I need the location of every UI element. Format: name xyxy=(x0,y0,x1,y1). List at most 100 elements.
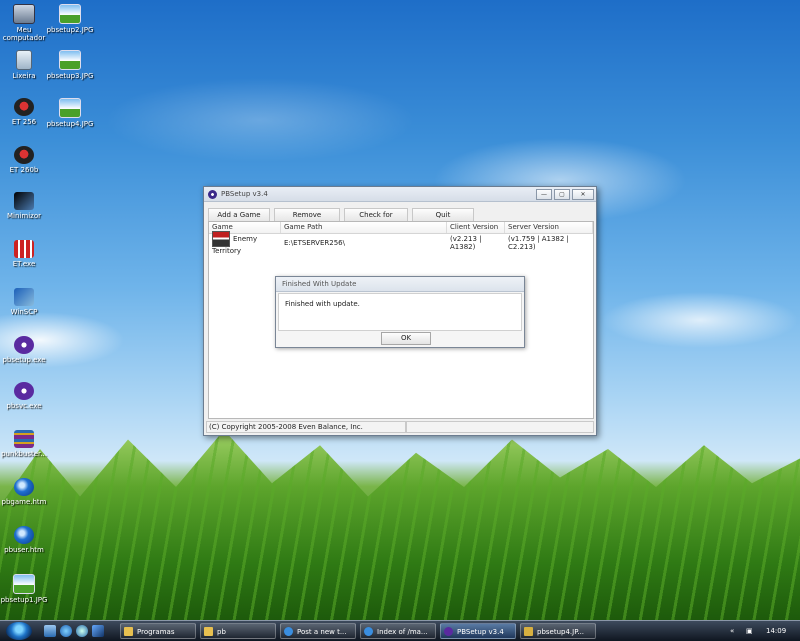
browser-icon xyxy=(364,627,373,636)
desktop-icon-recycle-bin[interactable]: Lixeira xyxy=(0,50,48,80)
image-file-icon xyxy=(59,50,81,70)
desktop-icon-my-computer[interactable]: Meu computador xyxy=(0,4,48,42)
desktop-icon-label: ET.exe xyxy=(12,260,36,268)
image-file-icon xyxy=(59,98,81,118)
quit-button[interactable]: Quit xyxy=(412,208,474,222)
ok-button[interactable]: OK xyxy=(381,332,431,345)
cell-client-version: (v2.213 | A1382) xyxy=(450,235,482,251)
computer-icon xyxy=(13,4,35,24)
image-file-icon xyxy=(59,4,81,24)
taskbar-item-pbsetup[interactable]: PBSetup v3.4 xyxy=(440,623,516,639)
desktop-icon-pbsvc-exe[interactable]: pbsvc.exe xyxy=(0,382,48,410)
desktop-icon-label: Meu computador xyxy=(2,26,46,42)
window-title: PBSetup v3.4 xyxy=(221,190,268,198)
desktop-icon-pbsetup2[interactable]: pbsetup2.JPG xyxy=(46,4,94,34)
maximize-button[interactable]: ▢ xyxy=(554,188,570,200)
check-updates-button[interactable]: Check for Updates xyxy=(344,208,408,231)
start-button[interactable] xyxy=(6,622,32,640)
desktop-icon-label: pbuser.htm xyxy=(4,546,44,554)
task-label: pbsetup4.JP... xyxy=(537,628,585,636)
minimize-button[interactable]: — xyxy=(536,188,552,200)
desktop-icon-label: pbsetup.exe xyxy=(2,356,46,364)
desktop-icon-label: pbsetup3.JPG xyxy=(46,72,94,80)
winscp-icon xyxy=(14,288,34,306)
desktop-icon-pbsetup4[interactable]: pbsetup4.JPG xyxy=(46,98,94,128)
desktop-icon-label: pbsetup2.JPG xyxy=(46,26,94,34)
show-desktop-icon[interactable] xyxy=(44,625,56,637)
desktop-icon-et256[interactable]: ET 256 xyxy=(0,98,48,126)
desktop-icon-pbgame-htm[interactable]: pbgame.htm xyxy=(0,478,48,506)
table-row[interactable]: Enemy Territory E:\ETSERVER256\ (v2.213 … xyxy=(209,231,593,255)
column-header-path[interactable]: Game Path xyxy=(281,222,447,233)
wallpaper-grass xyxy=(0,430,800,620)
desktop-icon-pbuser-htm[interactable]: pbuser.htm xyxy=(0,526,48,554)
punkbuster-icon xyxy=(444,627,453,636)
cell-server-version: (v1.759 | A1382 | C2.213) xyxy=(508,235,569,251)
finished-dialog: Finished With Update Finished with updat… xyxy=(275,276,525,348)
desktop-icon-et-exe[interactable]: ET.exe xyxy=(0,240,48,268)
task-label: Programas xyxy=(137,628,175,636)
close-button[interactable]: ✕ xyxy=(572,188,594,200)
switch-windows-icon[interactable] xyxy=(92,625,104,637)
task-label: Post a new t... xyxy=(297,628,347,636)
browser-icon xyxy=(284,627,293,636)
column-header-client[interactable]: Client Version xyxy=(447,222,505,233)
recycle-bin-icon xyxy=(16,50,32,70)
tray-arrow-icon[interactable]: « xyxy=(730,624,734,638)
taskbar-item-pbsetup4-jpg[interactable]: pbsetup4.JP... xyxy=(520,623,596,639)
desktop-icon-label: Minimizor xyxy=(7,212,41,220)
taskbar-item-programas[interactable]: Programas xyxy=(120,623,196,639)
image-file-icon xyxy=(13,574,35,594)
folder-icon xyxy=(204,627,213,636)
desktop-icon-winscp[interactable]: WinSCP xyxy=(0,288,48,316)
remove-game-button[interactable]: Remove Game xyxy=(274,208,340,231)
desktop-icon-label: WinSCP xyxy=(10,308,38,316)
desktop-icon-pbsetup3[interactable]: pbsetup3.JPG xyxy=(46,50,94,80)
dialog-body: Finished with update. xyxy=(278,293,522,331)
dialog-title[interactable]: Finished With Update xyxy=(276,277,524,292)
html-file-icon xyxy=(14,478,34,496)
desktop-icon-label: pbsetup4.JPG xyxy=(46,120,94,128)
dialog-message: Finished with update. xyxy=(285,300,360,308)
task-label: PBSetup v3.4 xyxy=(457,628,504,636)
taskbar-item-index-of[interactable]: Index of /ma... xyxy=(360,623,436,639)
desktop-icon-et260b[interactable]: ET 260b xyxy=(0,146,48,174)
desktop-icon-punkbuster-rar[interactable]: punkbuster... xyxy=(0,430,48,458)
punkbuster-icon xyxy=(14,382,34,400)
image-file-icon xyxy=(524,627,533,636)
rar-archive-icon xyxy=(14,430,34,448)
network-icon[interactable]: ▣ xyxy=(746,624,753,638)
desktop-icon-pbsetup-exe[interactable]: pbsetup.exe xyxy=(0,336,48,364)
browser-icon[interactable] xyxy=(60,625,72,637)
desktop-icon-pbsetup1[interactable]: pbsetup1.JPG xyxy=(0,574,48,604)
folder-icon xyxy=(124,627,133,636)
desktop-icon-label: ET 260b xyxy=(9,166,39,174)
html-file-icon xyxy=(14,526,34,544)
status-bar-panel xyxy=(406,421,594,433)
desktop-icon-label: Lixeira xyxy=(12,72,36,80)
punkbuster-icon xyxy=(14,336,34,354)
taskbar-item-post-new[interactable]: Post a new t... xyxy=(280,623,356,639)
task-label: pb xyxy=(217,628,226,636)
cell-game: Enemy Territory xyxy=(209,231,281,255)
column-header-server[interactable]: Server Version xyxy=(505,222,593,233)
taskbar-item-pb[interactable]: pb xyxy=(200,623,276,639)
status-bar-copyright: (C) Copyright 2005-2008 Even Balance, In… xyxy=(206,421,406,433)
desktop-icon-minimizor[interactable]: Minimizor xyxy=(0,192,48,220)
toolbar: Add a Game Remove Game Check for Updates… xyxy=(204,202,596,231)
clock[interactable]: 14:09 xyxy=(766,624,786,638)
enemy-territory-icon xyxy=(212,231,230,247)
desktop-icon-label: pbsetup1.JPG xyxy=(0,596,48,604)
cell-path: E:\ETSERVER256\ xyxy=(284,239,345,247)
app-icon xyxy=(14,192,34,210)
window-titlebar[interactable]: PBSetup v3.4 — ▢ ✕ xyxy=(204,187,596,202)
desktop-icon-label: pbsvc.exe xyxy=(6,402,42,410)
add-game-button[interactable]: Add a Game xyxy=(208,208,270,222)
et-game-icon xyxy=(14,98,34,116)
desktop-icon-label: punkbuster... xyxy=(1,450,47,458)
desktop-icon-label: pbgame.htm xyxy=(1,498,47,506)
et-game-icon xyxy=(14,146,34,164)
media-player-icon[interactable] xyxy=(76,625,88,637)
task-label: Index of /ma... xyxy=(377,628,428,636)
desktop-icon-label: ET 256 xyxy=(11,118,37,126)
